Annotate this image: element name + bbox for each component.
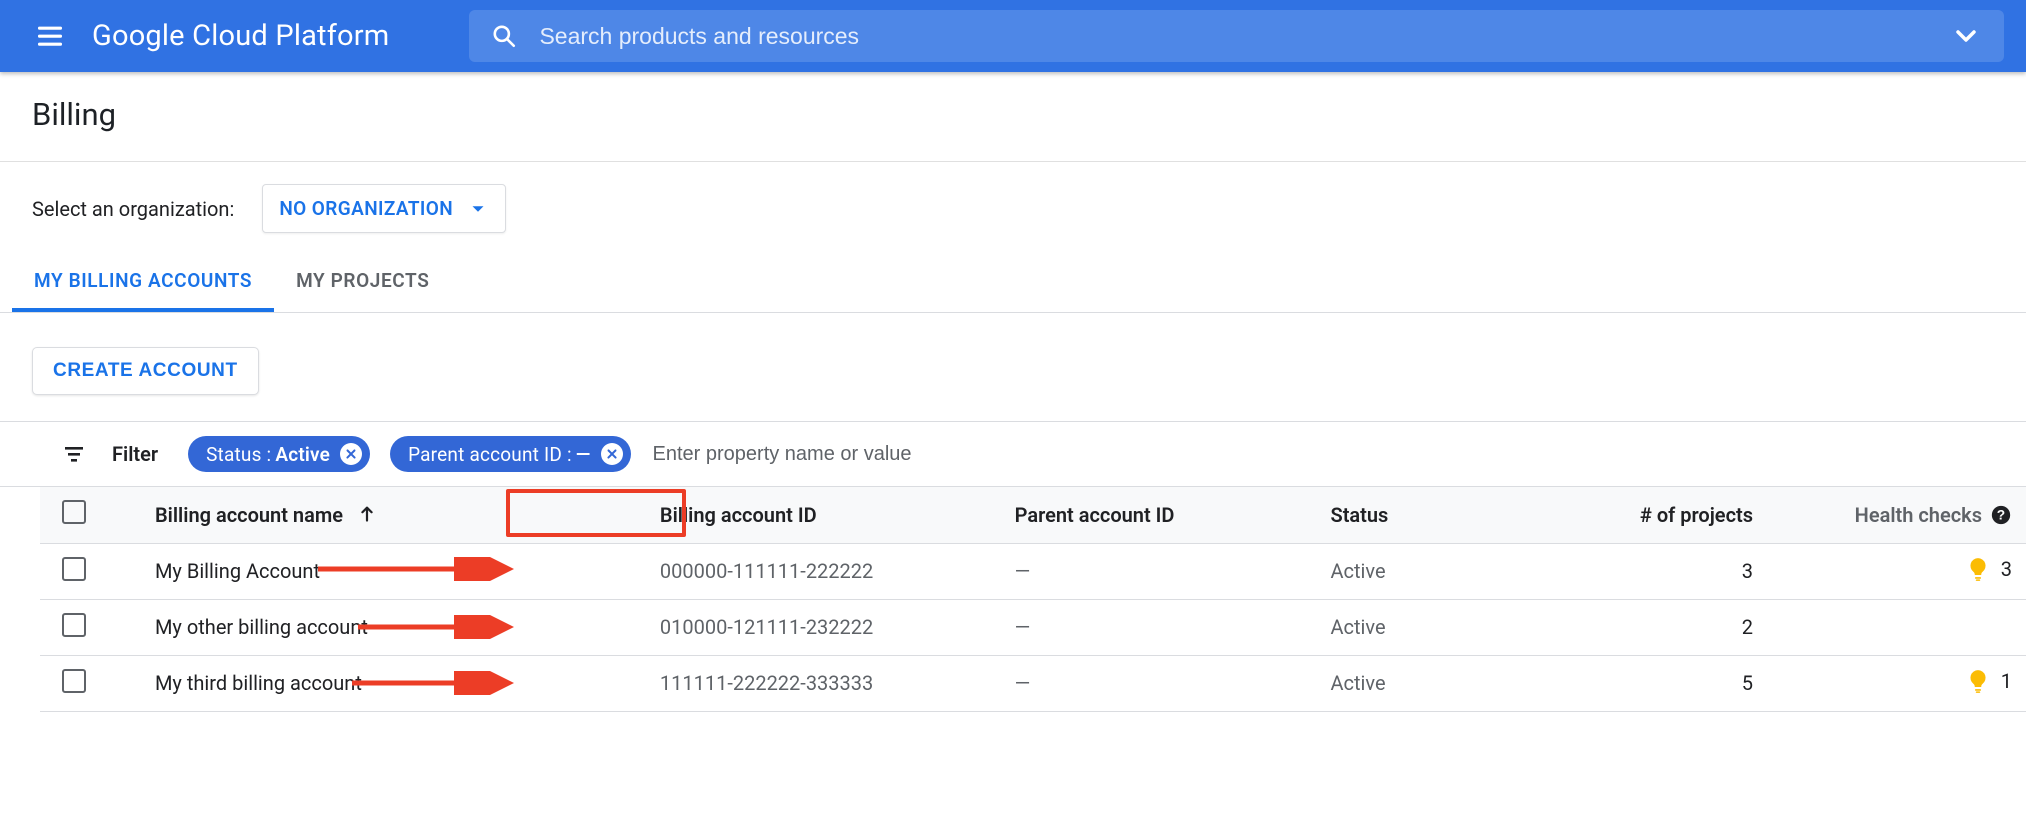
- sort-ascending-icon: [356, 504, 378, 526]
- chip-key: Status :: [206, 443, 271, 466]
- tab-my-projects[interactable]: MY PROJECTS: [274, 255, 451, 312]
- cell-account-id: 111111-222222-333333: [646, 655, 1001, 711]
- chip-key: Parent account ID :: [408, 443, 572, 466]
- cell-status: Active: [1317, 543, 1576, 599]
- cell-project-count: 5: [1575, 655, 1767, 711]
- cell-status: Active: [1317, 599, 1576, 655]
- filter-bar: Filter Status : Active Parent account ID…: [0, 422, 2026, 487]
- hamburger-menu-icon[interactable]: [34, 20, 66, 52]
- column-header-label: Health checks: [1855, 503, 1982, 527]
- svg-text:?: ?: [1997, 507, 2005, 522]
- column-header-projects[interactable]: # of projects: [1575, 487, 1767, 543]
- row-checkbox[interactable]: [62, 557, 86, 581]
- dropdown-caret-icon: [467, 198, 489, 220]
- cell-parent-id: —: [1001, 599, 1317, 655]
- chip-value: —: [576, 443, 591, 466]
- column-header-id[interactable]: Billing account ID: [646, 487, 1001, 543]
- help-icon[interactable]: ?: [1990, 504, 2012, 526]
- filter-chip-parent-account-id[interactable]: Parent account ID : —: [390, 436, 630, 472]
- column-header-label: Status: [1331, 503, 1389, 527]
- cell-account-name[interactable]: My other billing account: [141, 599, 646, 655]
- organization-picker-value: NO ORGANIZATION: [279, 197, 453, 220]
- column-header-label: Billing account name: [155, 503, 343, 527]
- column-header-health[interactable]: Health checks ?: [1767, 487, 2026, 543]
- page-title: Billing: [0, 72, 2026, 162]
- cell-account-id: 010000-121111-232222: [646, 599, 1001, 655]
- filter-label: Filter: [112, 442, 158, 466]
- create-account-button[interactable]: CREATE ACCOUNT: [32, 347, 259, 395]
- filter-text-input[interactable]: [651, 442, 2026, 467]
- search-input[interactable]: [539, 23, 1950, 50]
- chevron-down-icon[interactable]: [1950, 20, 1982, 52]
- table-row: My other billing account 010000-121111-2…: [40, 599, 2026, 655]
- cell-parent-id: —: [1001, 543, 1317, 599]
- health-check-count: 3: [2001, 557, 2012, 581]
- tabs: MY BILLING ACCOUNTS MY PROJECTS: [0, 255, 2026, 313]
- column-header-parent[interactable]: Parent account ID: [1001, 487, 1317, 543]
- health-check-indicator: 3: [1965, 556, 2012, 582]
- brand-title: Google Cloud Platform: [92, 19, 389, 53]
- lightbulb-icon: [1965, 556, 1991, 582]
- organization-row: Select an organization: NO ORGANIZATION: [0, 162, 2026, 255]
- org-label: Select an organization:: [32, 197, 234, 221]
- column-header-label: Parent account ID: [1015, 503, 1175, 527]
- tab-my-billing-accounts[interactable]: MY BILLING ACCOUNTS: [12, 255, 274, 312]
- chip-value: Active: [275, 443, 330, 466]
- cell-parent-id: —: [1001, 655, 1317, 711]
- search-icon: [491, 23, 517, 49]
- cell-project-count: 2: [1575, 599, 1767, 655]
- billing-accounts-table: Billing account name Billing account ID …: [40, 487, 2026, 712]
- column-header-status[interactable]: Status: [1317, 487, 1576, 543]
- column-header-name[interactable]: Billing account name: [141, 487, 646, 543]
- cell-account-name[interactable]: My third billing account: [141, 655, 646, 711]
- column-header-label: # of projects: [1640, 503, 1753, 527]
- top-app-bar: Google Cloud Platform: [0, 0, 2026, 72]
- create-row: CREATE ACCOUNT: [0, 313, 2026, 422]
- table-row: My Billing Account 000000-111111-222222 …: [40, 543, 2026, 599]
- cell-project-count: 3: [1575, 543, 1767, 599]
- lightbulb-icon: [1965, 668, 1991, 694]
- global-search[interactable]: [469, 10, 2004, 62]
- filter-chip-status[interactable]: Status : Active: [188, 436, 370, 472]
- chip-close-icon[interactable]: [340, 443, 362, 465]
- row-checkbox[interactable]: [62, 669, 86, 693]
- row-checkbox[interactable]: [62, 613, 86, 637]
- select-all-checkbox[interactable]: [62, 500, 86, 524]
- health-check-count: 1: [2001, 669, 2012, 693]
- cell-account-id: 000000-111111-222222: [646, 543, 1001, 599]
- column-header-label: Billing account ID: [660, 503, 817, 527]
- cell-account-name[interactable]: My Billing Account: [141, 543, 646, 599]
- table-row: My third billing account 111111-222222-3…: [40, 655, 2026, 711]
- filter-icon: [62, 442, 86, 466]
- organization-picker[interactable]: NO ORGANIZATION: [262, 184, 506, 233]
- cell-status: Active: [1317, 655, 1576, 711]
- chip-close-icon[interactable]: [601, 443, 623, 465]
- health-check-indicator: 1: [1965, 668, 2012, 694]
